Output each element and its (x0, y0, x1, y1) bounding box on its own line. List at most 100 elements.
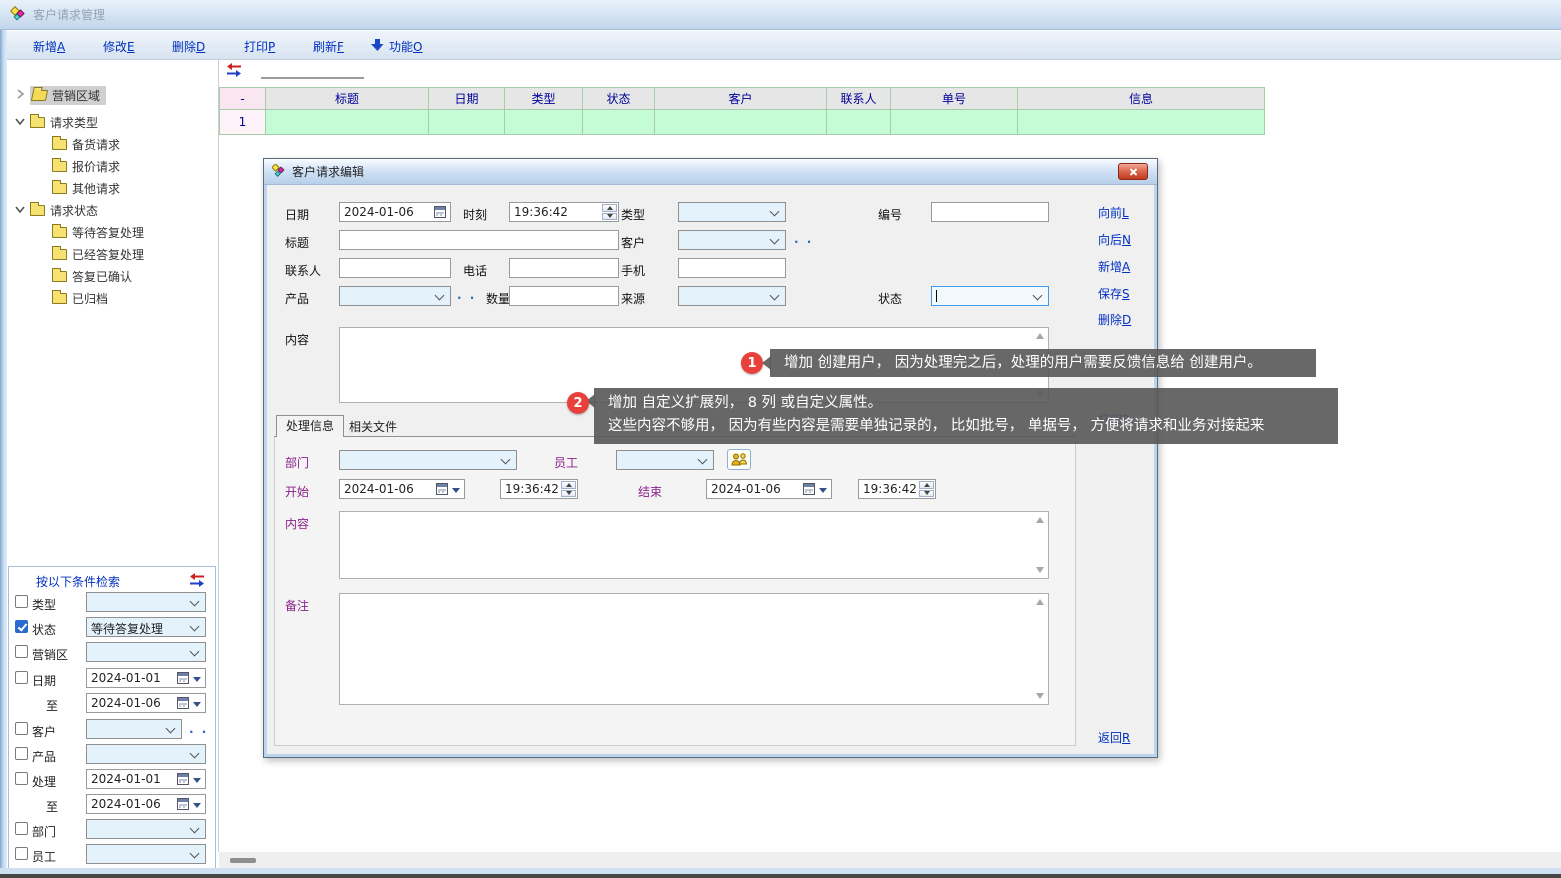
customer-lookup-dots[interactable]: . . (189, 722, 208, 736)
sidebar-item-stock-request[interactable]: 备货请求 (52, 134, 120, 154)
scroll-up-icon[interactable] (1036, 333, 1044, 339)
delete-button[interactable]: 删除D (172, 38, 205, 55)
calendar-icon[interactable] (434, 206, 446, 218)
swap-arrows-icon[interactable] (226, 63, 242, 80)
close-icon[interactable] (1118, 163, 1148, 180)
remark-textarea[interactable] (339, 593, 1049, 705)
save-button[interactable]: 保存S (1098, 285, 1130, 302)
customer-checkbox[interactable] (15, 722, 28, 735)
spinner-icon[interactable] (602, 204, 617, 220)
swap-arrows-icon[interactable] (189, 573, 205, 590)
grid-row-number[interactable]: 1 (219, 110, 266, 135)
prev-button[interactable]: 向前L (1098, 204, 1129, 221)
chevron-down-icon[interactable] (15, 115, 25, 129)
print-button[interactable]: 打印P (244, 38, 275, 55)
calendar-icon[interactable] (803, 483, 815, 495)
grid-header-type[interactable]: 类型 (505, 87, 583, 110)
sidebar-item-other-request[interactable]: 其他请求 (52, 178, 120, 198)
horizontal-scrollbar[interactable] (219, 852, 1561, 868)
return-button[interactable]: 返回R (1098, 729, 1130, 746)
quantity-field[interactable] (509, 286, 619, 306)
process-to-field[interactable]: 2024-01-06 (86, 794, 206, 814)
scroll-down-icon[interactable] (1036, 693, 1044, 699)
next-button[interactable]: 向后N (1098, 231, 1131, 248)
mobile-field[interactable] (678, 258, 786, 278)
staff-filter-combo[interactable] (86, 844, 206, 864)
refresh-button[interactable]: 刷新F (313, 38, 344, 55)
process-content-textarea[interactable] (339, 511, 1049, 579)
scroll-up-icon[interactable] (1036, 599, 1044, 605)
sidebar-item-replied[interactable]: 已经答复处理 (52, 244, 144, 264)
staff-combo[interactable] (616, 450, 714, 470)
marketing-area-checkbox[interactable] (15, 645, 28, 658)
staff-lookup-button[interactable] (727, 449, 751, 470)
sidebar-item-reply-confirmed[interactable]: 答复已确认 (52, 266, 132, 286)
sidebar-item-request-type[interactable]: 请求类型 (15, 112, 98, 132)
date-field[interactable]: 2024-01-06 (339, 202, 451, 222)
edit-button[interactable]: 修改E (103, 38, 135, 55)
dropdown-arrow-icon[interactable] (193, 778, 201, 783)
add-button[interactable]: 新增A (33, 38, 65, 55)
number-field[interactable] (931, 202, 1049, 222)
department-checkbox[interactable] (15, 822, 28, 835)
grid-cell-type[interactable] (505, 110, 583, 135)
start-date-field[interactable]: 2024-01-06 (339, 479, 465, 499)
grid-cell-date[interactable] (429, 110, 505, 135)
product-lookup-dots[interactable]: . . (457, 288, 476, 302)
dropdown-arrow-icon[interactable] (819, 488, 827, 493)
marketing-area-filter-combo[interactable] (86, 642, 206, 662)
grid-header-rowmark[interactable]: - (219, 87, 266, 110)
grid-header-orderno[interactable]: 单号 (891, 87, 1018, 110)
process-checkbox[interactable] (15, 772, 28, 785)
sidebar-item-archived[interactable]: 已归档 (52, 288, 108, 308)
type-combo[interactable] (678, 202, 786, 222)
spinner-icon[interactable] (561, 481, 576, 497)
department-combo[interactable] (339, 450, 517, 470)
sidebar-item-marketing-area[interactable]: 营销区域 (15, 85, 106, 105)
type-checkbox[interactable] (15, 595, 28, 608)
start-time-field[interactable]: 19:36:42 (500, 479, 578, 499)
grid-cell-customer[interactable] (655, 110, 827, 135)
product-checkbox[interactable] (15, 747, 28, 760)
product-combo[interactable] (339, 286, 451, 306)
customer-lookup-dots[interactable]: . . (794, 232, 813, 246)
grid-header-title[interactable]: 标题 (266, 87, 429, 110)
grid-cell-status[interactable] (583, 110, 655, 135)
status-checkbox[interactable] (15, 620, 28, 633)
chevron-right-icon[interactable] (15, 88, 25, 102)
scroll-up-icon[interactable] (1036, 517, 1044, 523)
sidebar-item-waiting-reply[interactable]: 等待答复处理 (52, 222, 144, 242)
customer-filter-combo[interactable] (86, 719, 182, 739)
panel-splitter[interactable] (218, 60, 219, 852)
status-combo[interactable] (931, 286, 1049, 306)
tab-processing-info[interactable]: 处理信息 (276, 415, 344, 437)
contact-field[interactable] (339, 258, 451, 278)
department-filter-combo[interactable] (86, 819, 206, 839)
sidebar-item-request-status[interactable]: 请求状态 (15, 200, 98, 220)
end-date-field[interactable]: 2024-01-06 (706, 479, 832, 499)
grid-row[interactable]: 1 (219, 110, 1265, 135)
calendar-icon[interactable] (177, 773, 189, 785)
staff-checkbox[interactable] (15, 847, 28, 860)
date-to-field[interactable]: 2024-01-06 (86, 693, 206, 713)
customer-combo[interactable] (678, 230, 786, 250)
sidebar-item-quote-request[interactable]: 报价请求 (52, 156, 120, 176)
grid-header-contact[interactable]: 联系人 (827, 87, 891, 110)
grid-header-status[interactable]: 状态 (583, 87, 655, 110)
scroll-down-icon[interactable] (1036, 567, 1044, 573)
calendar-icon[interactable] (177, 798, 189, 810)
grid-cell-contact[interactable] (827, 110, 891, 135)
end-time-field[interactable]: 19:36:42 (858, 479, 936, 499)
grid-header-date[interactable]: 日期 (429, 87, 505, 110)
source-combo[interactable] (678, 286, 786, 306)
dropdown-arrow-icon[interactable] (193, 702, 201, 707)
grid-cell-title[interactable] (266, 110, 429, 135)
grid-header-info[interactable]: 信息 (1018, 87, 1265, 110)
process-from-field[interactable]: 2024-01-01 (86, 769, 206, 789)
grid-cell-info[interactable] (1018, 110, 1265, 135)
scrollbar-thumb[interactable] (230, 858, 256, 863)
date-checkbox[interactable] (15, 671, 28, 684)
time-field[interactable]: 19:36:42 (509, 202, 619, 222)
spinner-icon[interactable] (919, 481, 934, 497)
calendar-icon[interactable] (177, 697, 189, 709)
